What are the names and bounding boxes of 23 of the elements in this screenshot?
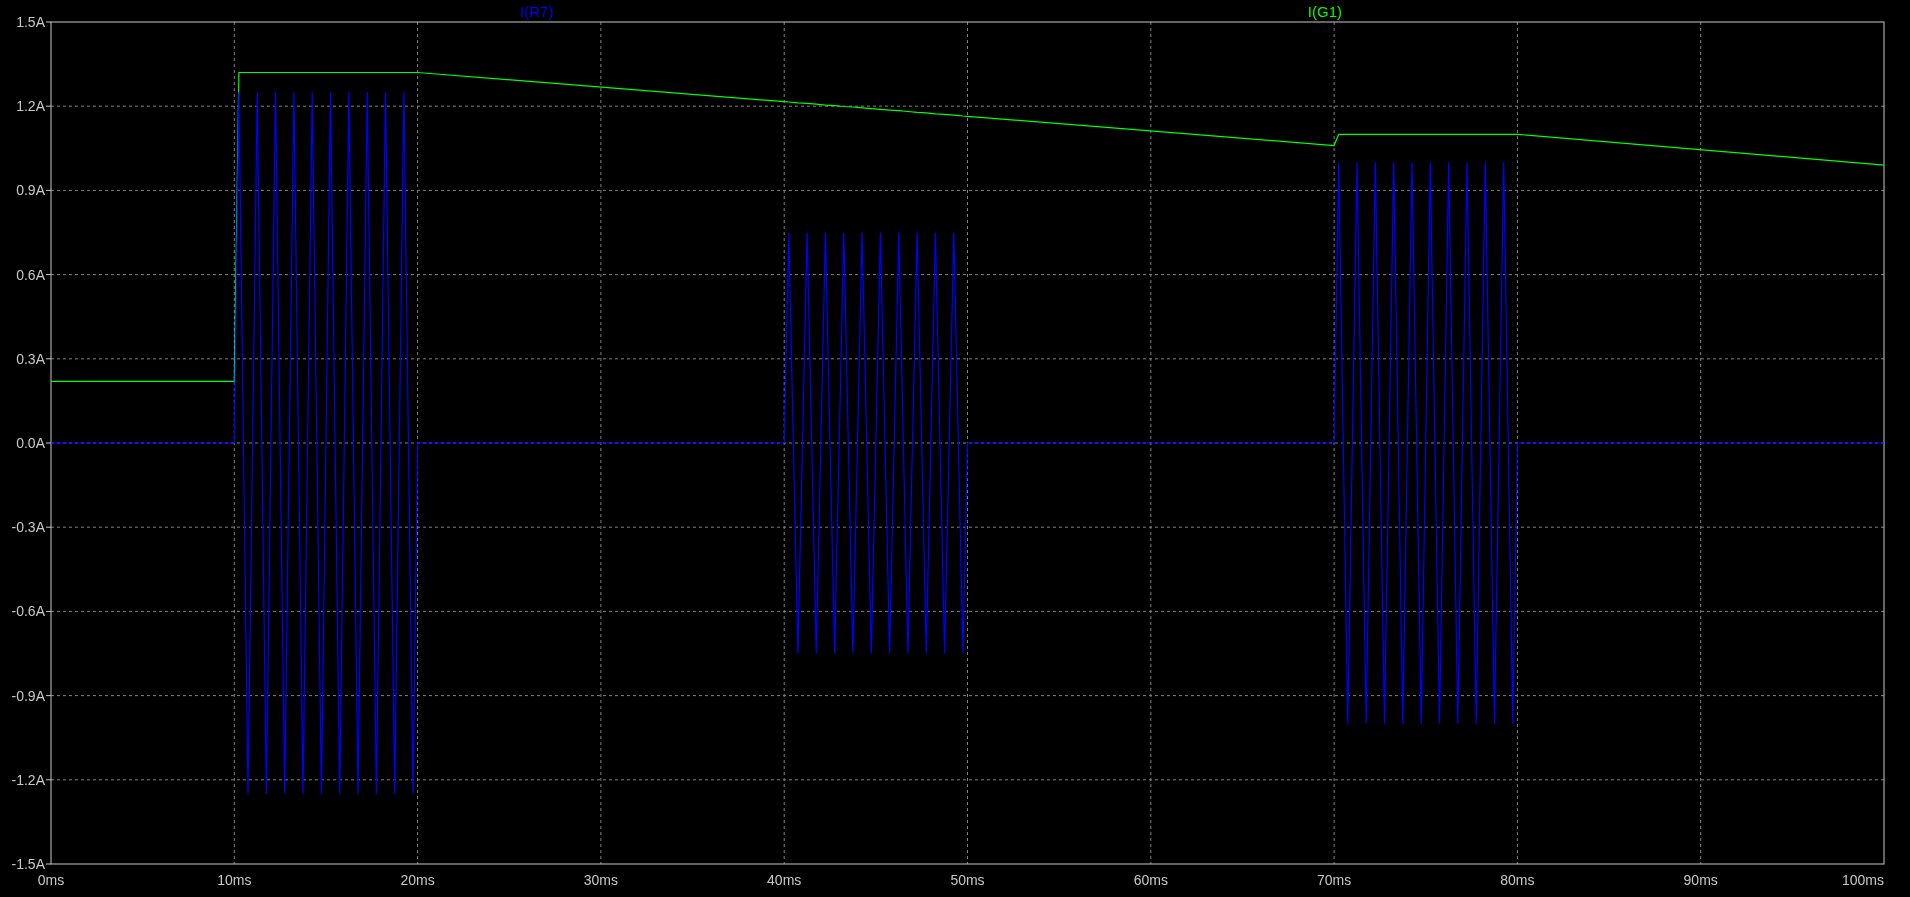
x-tick-label: 20ms	[400, 872, 435, 888]
x-tick-label: 70ms	[1317, 872, 1352, 888]
x-tick-label: 10ms	[217, 872, 252, 888]
x-tick-label: 80ms	[1500, 872, 1535, 888]
y-tick-label: -1.2A	[11, 771, 45, 788]
x-tick-label: 0ms	[37, 872, 65, 888]
x-tick-label: 100ms	[1841, 872, 1884, 888]
x-tick-label: 40ms	[767, 872, 802, 888]
y-tick-label: 1.2A	[16, 98, 45, 115]
y-tick-label: -0.3A	[11, 519, 45, 536]
x-tick-label: 90ms	[1683, 872, 1718, 888]
y-tick-label: -0.9A	[11, 687, 45, 704]
x-tick-label: 60ms	[1133, 872, 1168, 888]
y-tick-label: 0.9A	[16, 182, 45, 199]
y-tick-label: -0.6A	[11, 603, 45, 620]
y-tick-label: 0.6A	[16, 266, 45, 283]
y-tick-label: -1.5A	[11, 856, 45, 872]
y-tick-label: 0.0A	[16, 435, 45, 451]
x-tick-label: 50ms	[950, 872, 985, 888]
y-tick-label: 1.5A	[16, 14, 45, 30]
trace-label[interactable]: I(G1)	[1307, 3, 1342, 20]
y-tick-label: 0.3A	[16, 350, 45, 367]
x-tick-label: 30ms	[583, 872, 618, 888]
